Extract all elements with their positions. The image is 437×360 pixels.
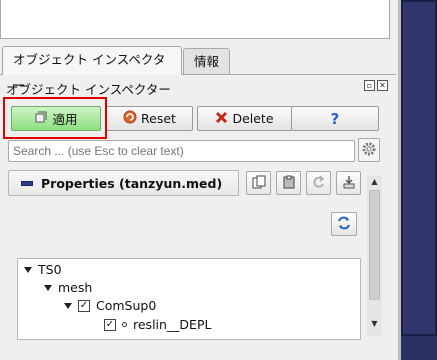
paste-icon bbox=[282, 175, 296, 192]
sync-icon bbox=[336, 215, 352, 234]
tab-object-inspector[interactable]: オブジェクト インスペクター bbox=[2, 46, 182, 93]
vertical-scrollbar[interactable]: ▲ ▼ bbox=[367, 176, 382, 336]
close-icon[interactable]: ✕ bbox=[377, 80, 388, 91]
block-tree: TS0 mesh ✓ ComSup0 ✓ reslin__DEPL bbox=[17, 258, 361, 340]
checkbox[interactable]: ✓ bbox=[104, 318, 116, 331]
reset-icon bbox=[123, 110, 137, 127]
delete-label: Delete bbox=[232, 111, 274, 126]
tab-bar: オブジェクト インスペクター 情報 bbox=[0, 46, 398, 93]
gear-icon bbox=[361, 141, 377, 160]
paste-button[interactable] bbox=[276, 171, 301, 195]
restore-icon bbox=[312, 174, 326, 192]
tree-item[interactable]: ✓ reslin__DEPL bbox=[104, 315, 211, 334]
search-input[interactable] bbox=[8, 140, 355, 162]
dock-controls: ▫ ✕ bbox=[364, 80, 388, 91]
expand-arrow-icon[interactable] bbox=[64, 302, 72, 309]
properties-header[interactable]: Properties (tanzyun.med) bbox=[8, 170, 239, 196]
tree-item-label: TS0 bbox=[38, 262, 62, 277]
pipeline-browser-area bbox=[0, 0, 390, 39]
scroll-up-icon[interactable]: ▲ bbox=[367, 176, 382, 188]
scroll-down-icon[interactable]: ▼ bbox=[367, 318, 382, 330]
properties-title: Properties (tanzyun.med) bbox=[41, 175, 223, 191]
copy-icon bbox=[252, 175, 266, 192]
tree-item-label: ComSup0 bbox=[96, 298, 157, 313]
point-data-icon bbox=[122, 322, 127, 327]
copy-button[interactable] bbox=[246, 171, 271, 195]
render-view[interactable] bbox=[398, 0, 437, 360]
checkbox[interactable]: ✓ bbox=[78, 299, 90, 312]
tree-item[interactable]: mesh bbox=[44, 278, 92, 297]
collapse-icon bbox=[21, 180, 33, 186]
help-button[interactable]: ? bbox=[291, 106, 379, 131]
tab-information[interactable]: 情報 bbox=[183, 48, 230, 75]
tree-item-label: reslin__DEPL bbox=[133, 317, 212, 332]
highlight-box bbox=[3, 97, 107, 139]
sync-button[interactable] bbox=[331, 212, 357, 236]
tree-item-label: mesh bbox=[58, 280, 93, 295]
expand-arrow-icon[interactable] bbox=[24, 266, 32, 273]
advanced-settings-button[interactable] bbox=[358, 138, 380, 162]
delete-button[interactable]: Delete bbox=[197, 106, 292, 131]
save-default-icon bbox=[342, 175, 356, 192]
float-icon[interactable]: ▫ bbox=[364, 80, 375, 91]
tree-item[interactable]: TS0 bbox=[24, 260, 62, 279]
reset-label: Reset bbox=[141, 111, 176, 126]
save-default-button[interactable] bbox=[336, 171, 361, 195]
expand-arrow-icon[interactable] bbox=[44, 284, 52, 291]
scroll-thumb[interactable] bbox=[369, 190, 380, 300]
tree-item[interactable]: ✓ ComSup0 bbox=[64, 296, 156, 315]
reset-button[interactable]: Reset bbox=[106, 106, 193, 131]
dock-title: オブジェクト インスペクター bbox=[6, 82, 171, 97]
help-icon: ? bbox=[330, 109, 340, 128]
delete-icon bbox=[215, 111, 228, 127]
restore-default-button[interactable] bbox=[306, 171, 331, 195]
